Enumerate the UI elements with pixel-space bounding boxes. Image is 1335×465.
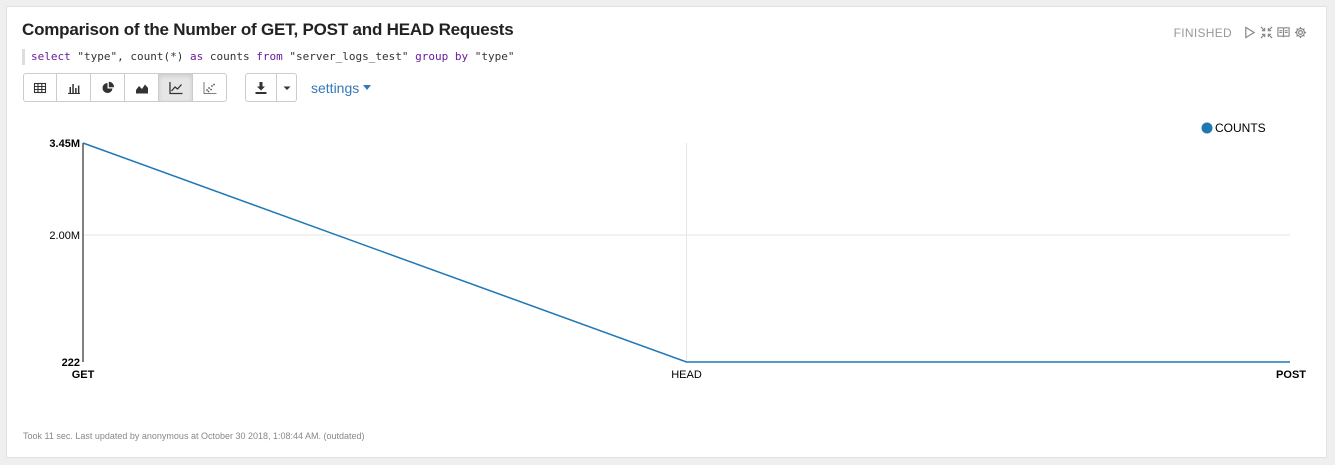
x-tick-label: HEAD <box>671 369 702 381</box>
legend-marker <box>1201 122 1213 134</box>
legend-label: COUNTS <box>1215 121 1266 135</box>
y-tick-label: 2.00M <box>49 230 80 242</box>
x-tick-label: GET <box>72 369 95 381</box>
execution-footer: Took 11 sec. Last updated by anonymous a… <box>23 431 365 441</box>
paragraph-panel: Comparison of the Number of GET, POST an… <box>6 6 1327 458</box>
x-tick-label: POST <box>1276 369 1306 381</box>
y-tick-label: 3.45M <box>49 138 80 150</box>
y-tick-label: 222 <box>62 357 80 369</box>
line-chart: 3.45M 2.00M 222GET HEAD POST COUNTS <box>49 121 1306 381</box>
